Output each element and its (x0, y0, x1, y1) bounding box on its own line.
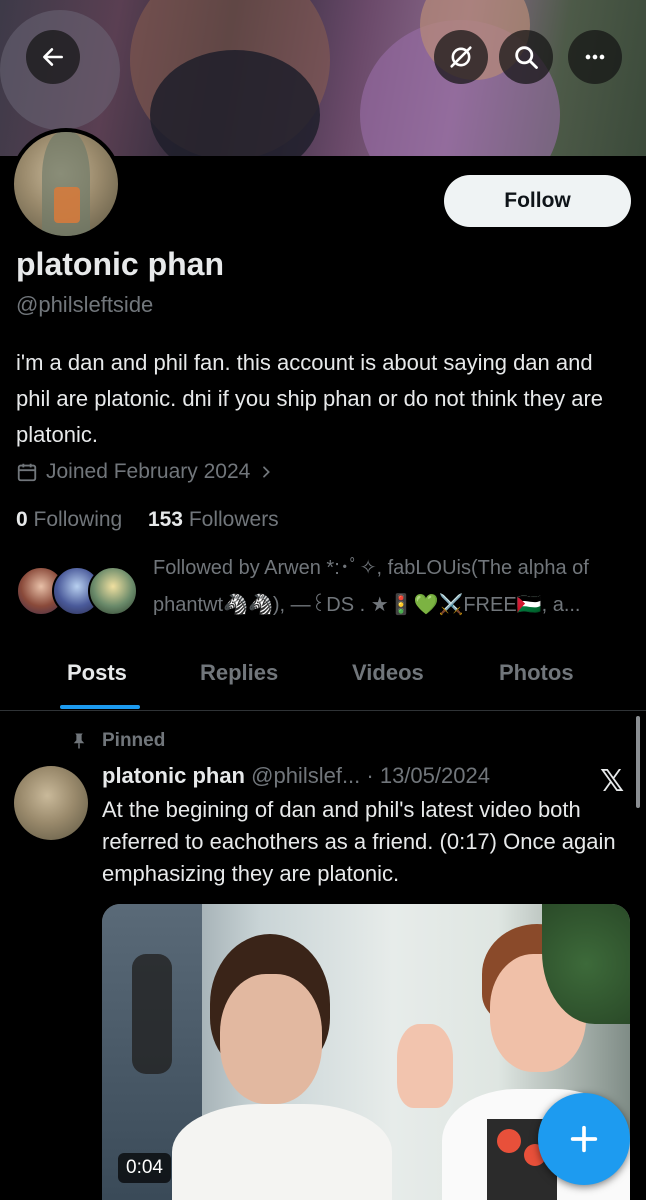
active-tab-indicator (60, 705, 140, 709)
follower-avatar (88, 566, 138, 616)
more-button[interactable] (568, 30, 622, 84)
followers-label: Followers (188, 508, 279, 531)
profile-handle: @philsleftside (16, 292, 154, 317)
followed-by-avatars[interactable] (16, 566, 140, 618)
tab-videos[interactable]: Videos (352, 660, 424, 686)
pin-icon (73, 733, 85, 749)
followed-by-text[interactable]: Followed by Arwen *:･ﾟ✧, fabLOUis(The al… (153, 550, 633, 624)
search-button[interactable] (499, 30, 553, 84)
following-link[interactable]: 0 Following (16, 508, 122, 531)
pinned-text: Pinned (102, 730, 166, 751)
post-text: At the begining of dan and phil's latest… (102, 797, 616, 886)
joined-date[interactable]: Joined February 2024 (16, 460, 274, 484)
followers-link[interactable]: 153 Followers (148, 508, 279, 531)
arrow-left-icon (43, 48, 63, 66)
search-icon (515, 46, 538, 69)
calendar-icon (17, 463, 37, 482)
profile-name: platonic phan (16, 246, 224, 282)
profile-bio: i'm a dan and phil fan. this account is … (16, 350, 604, 447)
post-header: platonic phan @philslef... · 13/05/2024 (102, 763, 490, 789)
profile-banner[interactable] (0, 0, 646, 156)
followed-by-line: phantwt🦓🦓), —꒰DS . ★🚦💚⚔️FREE🇵🇸, a... (153, 594, 581, 616)
followers-count: 153 (147, 508, 183, 531)
follow-button[interactable]: Follow (444, 175, 631, 227)
post-avatar[interactable] (14, 766, 88, 840)
plus-icon (570, 1125, 598, 1153)
following-label: Following (33, 508, 123, 531)
pinned-label: Pinned (70, 730, 165, 752)
compose-button[interactable] (538, 1093, 630, 1185)
follow-stats: 0 Following 153 Followers (16, 508, 279, 532)
joined-text: Joined February 2024 (46, 460, 251, 483)
back-button[interactable] (26, 30, 80, 84)
tab-photos[interactable]: Photos (499, 660, 574, 686)
following-count: 0 (16, 508, 28, 531)
followed-by-line: Followed by Arwen *:･ﾟ✧, fabLOUis(The al… (153, 557, 589, 579)
scrollbar[interactable] (636, 716, 640, 808)
eye-off-icon (450, 46, 472, 68)
video-duration: 0:04 (118, 1153, 171, 1183)
post-author-handle-date: @philslef... · 13/05/2024 (251, 763, 490, 788)
divider (0, 710, 646, 711)
tab-replies[interactable]: Replies (200, 660, 278, 686)
tab-posts[interactable]: Posts (67, 660, 127, 686)
profile-tabs: Posts Replies Videos Photos (0, 650, 646, 710)
post-author-name[interactable]: platonic phan (102, 763, 245, 788)
profile-avatar[interactable] (10, 128, 122, 240)
hide-button[interactable] (434, 30, 488, 84)
chevron-right-icon (263, 466, 271, 478)
more-icon (585, 54, 605, 60)
